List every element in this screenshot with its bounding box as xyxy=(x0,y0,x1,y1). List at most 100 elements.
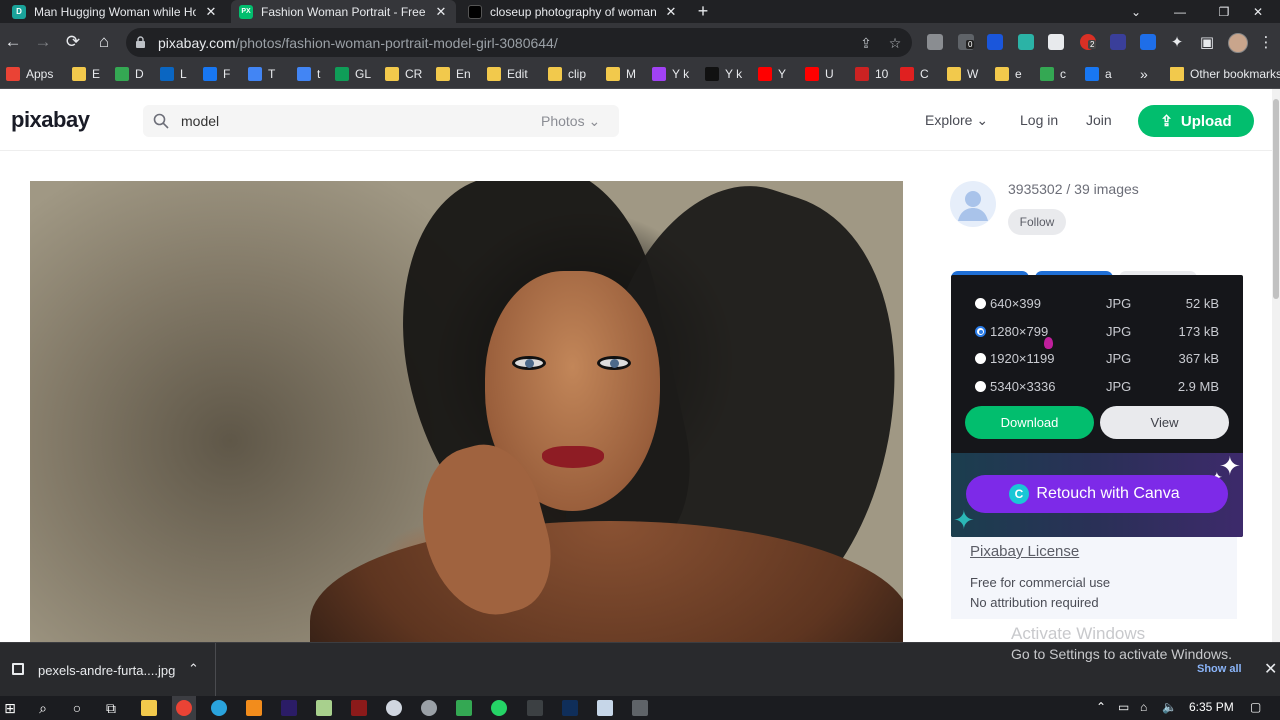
scrollbar-thumb[interactable] xyxy=(1273,99,1279,299)
bookmark-item[interactable]: Y k xyxy=(652,67,689,81)
bookmark-item[interactable]: T xyxy=(248,67,275,81)
bookmark-item[interactable]: E xyxy=(72,67,100,81)
checkmark-app-icon[interactable] xyxy=(456,700,472,716)
bookmark-item[interactable]: En xyxy=(436,67,471,81)
search-icon[interactable]: ⌕ xyxy=(33,698,53,718)
main-photo[interactable] xyxy=(30,181,903,642)
join-link[interactable]: Join xyxy=(1086,112,1112,128)
red-extension-icon[interactable]: 2 xyxy=(1080,34,1097,50)
bookmark-item[interactable]: clip xyxy=(548,67,586,81)
bookmark-star-icon[interactable]: ☆ xyxy=(886,34,904,52)
zip-extension-icon[interactable] xyxy=(1140,34,1156,50)
bookmark-item[interactable]: 10 xyxy=(855,67,888,81)
tab-search-icon[interactable]: ⌄ xyxy=(1114,0,1158,23)
bookmark-item[interactable]: Y k xyxy=(705,67,742,81)
explore-menu[interactable]: Explore ⌄ xyxy=(925,112,988,129)
terminal-icon[interactable] xyxy=(527,700,543,716)
search-input[interactable] xyxy=(181,105,521,137)
tab-fashion-woman[interactable]: PX Fashion Woman Portrait - Free photo ✕ xyxy=(231,0,456,23)
cortana-icon[interactable]: ○ xyxy=(67,698,87,718)
blue-extension-icon[interactable] xyxy=(987,34,1003,50)
chevron-up-icon[interactable]: ⌃ xyxy=(188,661,199,677)
follow-button[interactable]: Follow xyxy=(1008,209,1066,235)
size-option-5340[interactable]: 5340×3336 JPG 2.9 MB xyxy=(975,378,1231,398)
paint-icon[interactable] xyxy=(386,700,402,716)
bookmark-item[interactable]: D xyxy=(115,67,144,81)
upload-button[interactable]: ⇪ Upload xyxy=(1138,105,1254,137)
radio-button[interactable] xyxy=(975,381,986,392)
radio-button[interactable] xyxy=(975,353,986,364)
bookmark-item[interactable]: a xyxy=(1085,67,1112,81)
photoshop-icon[interactable] xyxy=(562,700,578,716)
view-button[interactable]: View xyxy=(1100,406,1229,439)
login-link[interactable]: Log in xyxy=(1020,112,1058,128)
download-button[interactable]: Download xyxy=(965,406,1094,439)
show-all-button[interactable]: Show all xyxy=(1197,663,1242,675)
whatsapp-icon[interactable] xyxy=(491,700,507,716)
pixabay-logo[interactable]: pixabay xyxy=(11,107,90,133)
menu-kebab-icon[interactable]: ⋮ xyxy=(1256,32,1276,52)
tray-chevron-up-icon[interactable]: ⌃ xyxy=(1096,700,1106,714)
close-icon[interactable]: ✕ xyxy=(434,4,448,20)
dark-extension-icon[interactable] xyxy=(1110,34,1126,50)
close-icon[interactable]: ✕ xyxy=(664,4,678,20)
license-link[interactable]: Pixabay License xyxy=(970,543,1079,560)
vlc-icon[interactable] xyxy=(246,700,262,716)
window-close-button[interactable]: ✕ xyxy=(1236,0,1280,23)
ethernet-icon[interactable]: ⌂ xyxy=(1140,700,1147,714)
bookmark-item[interactable]: CR xyxy=(385,67,422,81)
other-bookmarks-folder[interactable]: Other bookmarks xyxy=(1170,67,1280,81)
bookmark-item[interactable]: t xyxy=(297,67,320,81)
close-icon[interactable]: ✕ xyxy=(204,4,218,20)
bookmark-item[interactable]: Y xyxy=(758,67,786,81)
bookmark-item[interactable]: L xyxy=(160,67,187,81)
new-tab-button[interactable]: + xyxy=(692,0,714,23)
tab-man-hugging[interactable]: D Man Hugging Woman while Holding ✕ xyxy=(4,0,226,23)
size-option-1920[interactable]: 1920×1199 JPG 367 kB xyxy=(975,350,1231,370)
puzzle-extensions-icon[interactable]: ✦ xyxy=(1167,32,1187,52)
minimize-button[interactable]: — xyxy=(1158,0,1202,23)
bookmark-item[interactable]: C xyxy=(900,67,929,81)
back-button[interactable]: ← xyxy=(2,31,24,53)
search-type-dropdown[interactable]: Photos ⌄ xyxy=(541,113,600,130)
download-item[interactable]: pexels-andre-furta....jpg ⌃ xyxy=(0,643,216,697)
reload-button[interactable]: ⟳ xyxy=(62,31,84,53)
bookmark-item[interactable]: F xyxy=(203,67,230,81)
page-scrollbar[interactable] xyxy=(1272,89,1280,642)
address-bar[interactable]: pixabay.com/photos/fashion-woman-portrai… xyxy=(126,28,912,57)
notepad-icon[interactable] xyxy=(316,700,332,716)
radio-button[interactable] xyxy=(975,298,986,309)
bookmark-item[interactable]: M xyxy=(606,67,636,81)
file-explorer-icon[interactable] xyxy=(141,700,157,716)
bookmark-item[interactable]: c xyxy=(1040,67,1066,81)
photo-extension-icon[interactable] xyxy=(1018,34,1034,50)
radio-button-selected[interactable] xyxy=(975,326,986,337)
notifications-icon[interactable]: ▢ xyxy=(1250,700,1261,714)
size-option-1280[interactable]: 1280×799 JPG 173 kB xyxy=(975,323,1231,343)
bookmark-item[interactable]: GL xyxy=(335,67,371,81)
app-icon[interactable] xyxy=(421,700,437,716)
window-extension-icon[interactable] xyxy=(1048,34,1064,50)
bookmark-item[interactable]: U xyxy=(805,67,834,81)
extension-badge-icon[interactable]: 0 xyxy=(958,34,975,50)
windows-start-icon[interactable]: ⊞ xyxy=(0,698,20,718)
task-view-icon[interactable]: ⧉ xyxy=(101,698,121,718)
author-name[interactable]: 3935302 / 39 images xyxy=(1008,181,1139,197)
telegram-icon[interactable] xyxy=(211,700,227,716)
retouch-with-canva-button[interactable]: C Retouch with Canva xyxy=(966,475,1228,513)
profile-avatar[interactable] xyxy=(1228,33,1248,53)
volume-icon[interactable]: 🔈 xyxy=(1162,700,1177,714)
forward-button[interactable]: → xyxy=(32,31,54,53)
more-bookmarks-button[interactable]: » xyxy=(1140,66,1148,82)
premiere-icon[interactable] xyxy=(281,700,297,716)
bookmark-item[interactable]: Apps xyxy=(6,67,53,81)
bookmark-item[interactable]: Edit xyxy=(487,67,528,81)
camera-extension-icon[interactable] xyxy=(927,34,943,50)
media-app-icon[interactable] xyxy=(351,700,367,716)
share-icon[interactable]: ⇪ xyxy=(857,34,875,52)
bookmark-item[interactable]: W xyxy=(947,67,978,81)
network-icon[interactable]: ▭ xyxy=(1118,700,1129,714)
user-avatar-icon[interactable] xyxy=(950,181,996,227)
size-option-640[interactable]: 640×399 JPG 52 kB xyxy=(975,295,1231,315)
chrome-icon[interactable] xyxy=(176,700,192,716)
